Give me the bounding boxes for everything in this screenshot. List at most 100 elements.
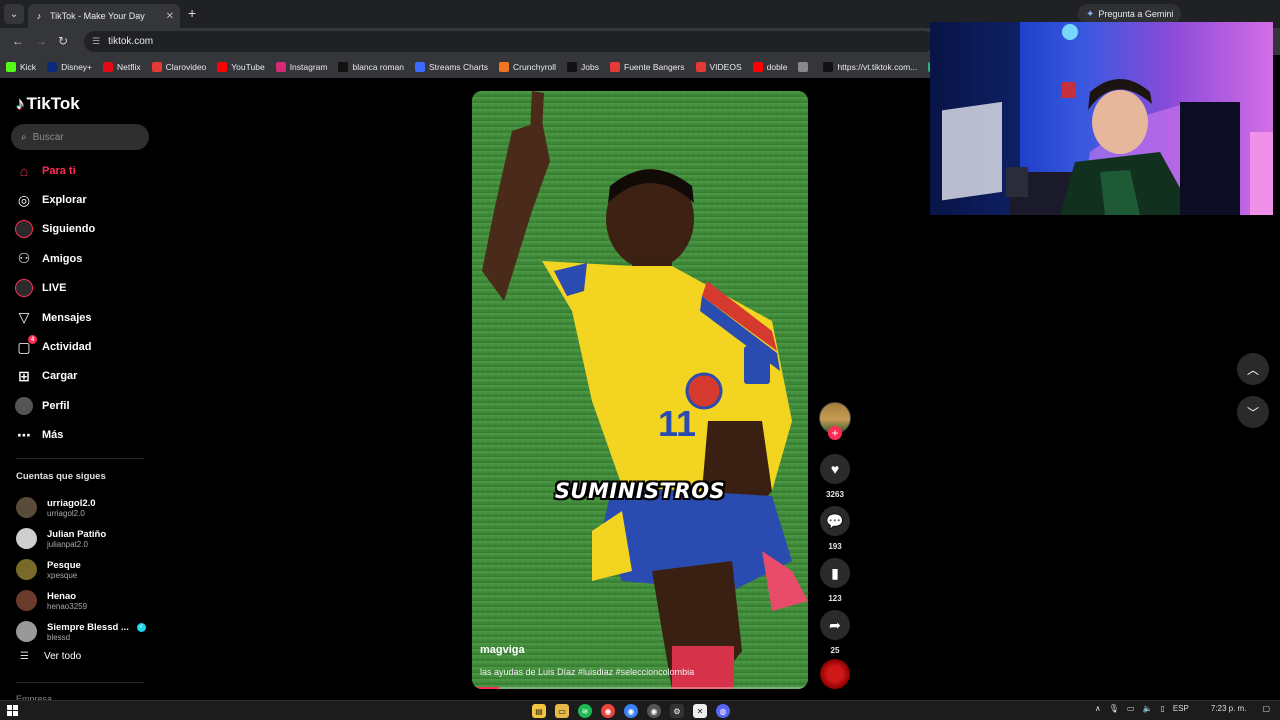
bookmark-item[interactable]: Instagram: [275, 61, 328, 72]
bookmark-item[interactable]: Jobs: [567, 61, 599, 72]
see-all-label: Ver todo: [43, 651, 82, 662]
follow-button[interactable]: +: [828, 426, 842, 440]
following-account[interactable]: Julian Patiño julianpat2.0: [16, 523, 156, 554]
save-action[interactable]: ▮ 123: [820, 558, 850, 603]
bookmark-item[interactable]: Kick: [6, 61, 36, 72]
nav-item[interactable]: ▢ 4 Actividad: [0, 332, 160, 361]
account-name: urriagol2.0: [47, 497, 96, 509]
nav-item[interactable]: ⊞ Cargar: [0, 362, 160, 391]
bookmark-item[interactable]: blanca roman: [338, 61, 404, 72]
following-account[interactable]: Siempre Blessd ... ✓ blessd: [16, 616, 156, 647]
close-tab-icon[interactable]: ✕: [166, 11, 174, 22]
microphone-icon[interactable]: 🎙: [1109, 704, 1119, 713]
video-author[interactable]: magviga: [480, 644, 525, 656]
comment-icon[interactable]: 💬: [820, 506, 850, 536]
notifications-icon[interactable]: ▢: [1262, 704, 1270, 713]
language-indicator[interactable]: ESP: [1173, 704, 1189, 713]
compass-icon: ◎: [17, 191, 31, 208]
bookmark-icon[interactable]: ▮: [820, 558, 850, 588]
network-icon[interactable]: ▭: [1127, 704, 1135, 713]
share-action[interactable]: ➦ 25: [820, 610, 850, 655]
main-nav: ⌂ Para ti ◎ Explorar Siguiendo ⚇ Amigos LIVE ▽ Me…: [0, 156, 160, 450]
comment-action[interactable]: 💬 193: [820, 506, 850, 551]
bookmark-item[interactable]: Clarovideo: [151, 61, 207, 72]
like-action[interactable]: ♥ 3263: [820, 454, 850, 499]
tab-search-button[interactable]: ⌄: [4, 4, 24, 24]
music-disc-icon[interactable]: [820, 659, 850, 689]
nav-item[interactable]: ◎ Explorar: [0, 185, 160, 214]
discord-icon[interactable]: ◍: [716, 704, 730, 718]
heart-icon[interactable]: ♥: [820, 454, 850, 484]
browser-tab-active[interactable]: ♪ TikTok - Make Your Day ✕: [28, 4, 180, 28]
bookmark-label: Netflix: [117, 61, 141, 72]
profile-icon: [15, 396, 33, 415]
following-account[interactable]: urriagol2.0 urriagol2.0: [16, 492, 156, 523]
nav-item[interactable]: ⋯ Más: [0, 421, 160, 450]
bookmark-label: YouTube: [231, 61, 265, 72]
account-name: Julian Patiño: [47, 528, 107, 540]
following-account[interactable]: Pesque xpesque: [16, 554, 156, 585]
bookmark-item[interactable]: Disney+: [47, 61, 92, 72]
nav-item[interactable]: ▽ Mensajes: [0, 303, 160, 332]
chrome-active-icon[interactable]: ◉: [647, 704, 661, 718]
nav-item[interactable]: ⌂ Para ti: [0, 156, 160, 185]
live-icon: [15, 279, 33, 298]
video-player[interactable]: 11 SUMINISTROS magviga las ayudas de Lui…: [472, 91, 808, 689]
address-bar[interactable]: ☰ tiktok.com: [84, 31, 934, 52]
windows-start-icon[interactable]: [7, 705, 18, 716]
new-tab-button[interactable]: +: [188, 5, 196, 21]
nav-item[interactable]: Perfil: [0, 391, 160, 420]
nav-item[interactable]: Siguiendo: [0, 215, 160, 244]
next-video-button[interactable]: ﹀: [1237, 396, 1269, 428]
spotify-icon[interactable]: ≋: [578, 704, 592, 718]
bookmark-item[interactable]: Netflix: [103, 61, 141, 72]
forward-icon[interactable]: →: [35, 34, 47, 48]
bookmark-favicon-icon: [610, 61, 621, 72]
divider: [16, 682, 144, 683]
reload-icon[interactable]: ↻: [58, 34, 68, 48]
bookmark-item[interactable]: Crunchyroll: [499, 61, 556, 72]
gemini-button[interactable]: ✦ Pregunta a Gemini: [1078, 4, 1182, 24]
bookmark-item[interactable]: https://vt.tiktok.com...: [823, 61, 917, 72]
chrome-profile-icon[interactable]: ◉: [624, 704, 638, 718]
account-handle: blessd: [47, 632, 71, 642]
nav-label: Siguiendo: [42, 223, 96, 236]
chevron-up-tray-icon[interactable]: ∧: [1095, 704, 1101, 713]
folder-icon[interactable]: ▭: [555, 704, 569, 718]
search-input[interactable]: [32, 131, 133, 143]
battery-icon[interactable]: ▯: [1160, 704, 1164, 713]
bookmark-item[interactable]: Fuente Bangers: [610, 61, 685, 72]
nav-item[interactable]: LIVE: [0, 274, 160, 303]
file-explorer-icon[interactable]: ▤: [532, 704, 546, 718]
bookmark-item[interactable]: [798, 61, 812, 72]
account-handle: julianpat2.0: [47, 539, 88, 549]
bookmark-label: blanca roman: [352, 61, 404, 72]
bookmark-label: Instagram: [289, 61, 328, 72]
taskbar-apps: ▤ ▭ ≋ ◉ ◉ ◉ ⚙ ✕ ◍: [532, 704, 730, 718]
bookmark-item[interactable]: VIDEOS: [695, 61, 742, 72]
chrome-icon[interactable]: ◉: [601, 704, 615, 718]
volume-icon[interactable]: 🔈: [1142, 704, 1152, 713]
bookmark-item[interactable]: YouTube: [217, 61, 265, 72]
bookmark-item[interactable]: doble: [752, 61, 787, 72]
search-box[interactable]: ⌕: [11, 124, 149, 150]
account-name: Siempre Blessd ...: [47, 621, 129, 633]
video-description[interactable]: las ayudas de Luis Díaz #luisdiaz #selec…: [480, 667, 800, 677]
tiktok-logo[interactable]: ♪ TikTok: [16, 94, 80, 114]
list-icon: ☰: [20, 651, 29, 662]
previous-video-button[interactable]: ︿: [1237, 353, 1269, 385]
site-info-icon[interactable]: ☰: [92, 36, 100, 47]
nav-label: Explorar: [42, 194, 87, 207]
comment-count: 193: [828, 542, 842, 551]
settings-icon[interactable]: ⚙: [670, 704, 684, 718]
bookmark-label: Clarovideo: [165, 61, 207, 72]
nav-item[interactable]: ⚇ Amigos: [0, 244, 160, 273]
share-icon[interactable]: ➦: [820, 610, 850, 640]
capcut-icon[interactable]: ✕: [693, 704, 707, 718]
bookmark-item[interactable]: Streams Charts: [415, 61, 488, 72]
video-progress-bar[interactable]: [472, 687, 808, 689]
clock[interactable]: 7:23 p. m.: [1211, 704, 1247, 713]
back-icon[interactable]: ←: [12, 34, 24, 48]
see-all-button[interactable]: ☰ Ver todo: [20, 651, 81, 662]
following-account[interactable]: Henao henao3259: [16, 585, 156, 616]
